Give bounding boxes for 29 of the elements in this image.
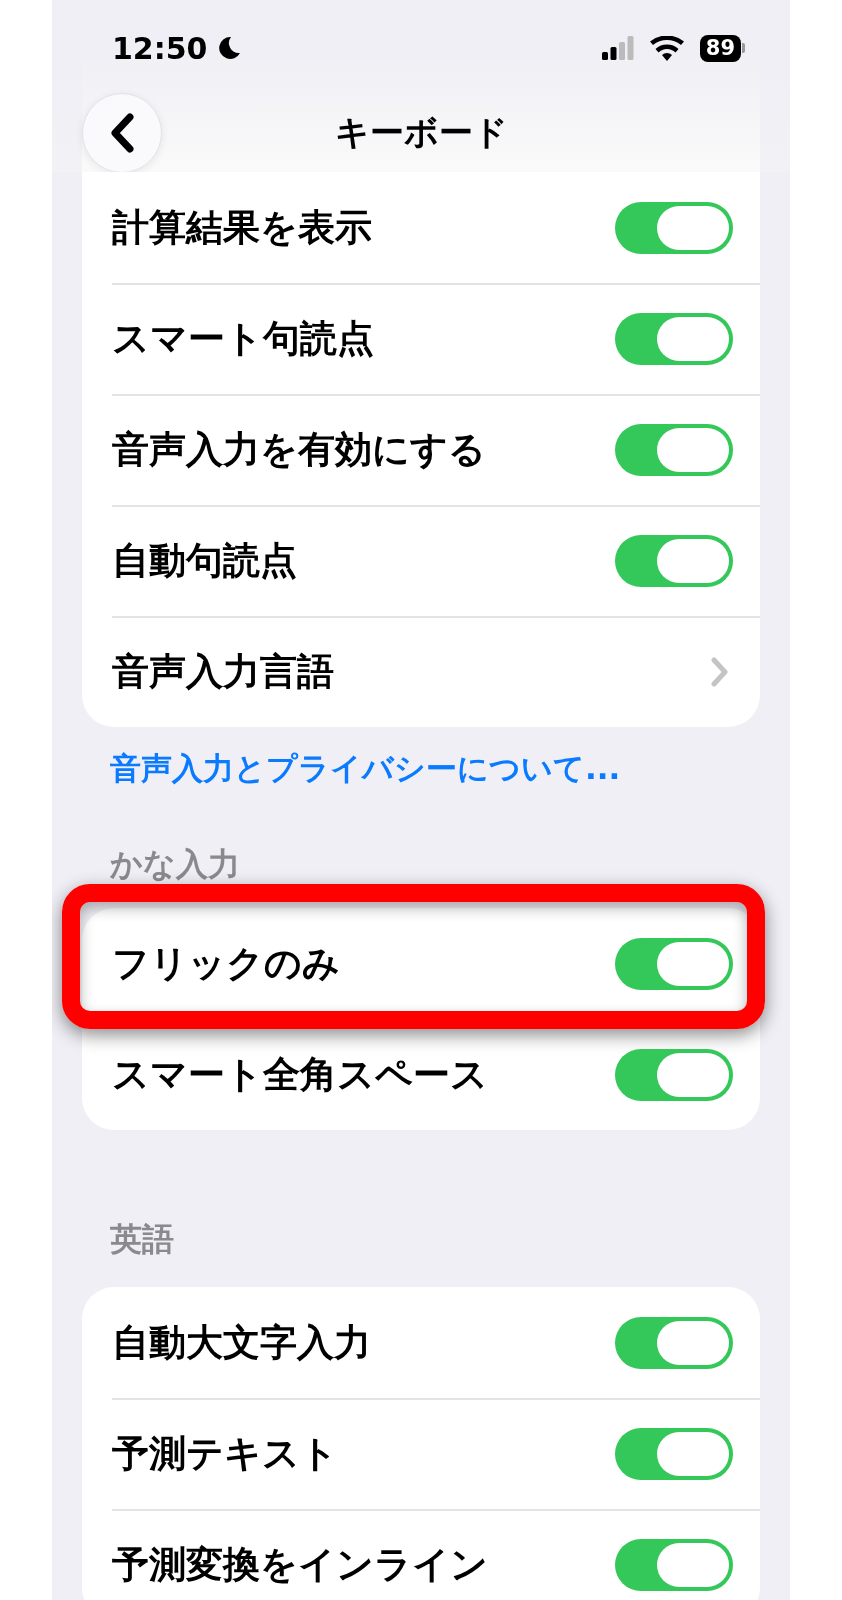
row-label: フリックのみ	[112, 940, 340, 987]
toggle-switch[interactable]	[615, 201, 733, 254]
chevron-icon[interactable]	[711, 656, 729, 687]
toggle-switch[interactable]	[615, 423, 733, 476]
back-icon	[109, 113, 135, 153]
row-label: 予測テキスト	[112, 1430, 338, 1477]
status-time: 12:50	[112, 29, 208, 68]
toggle-switch[interactable]	[615, 534, 733, 587]
row-label: 予測変換をインライン	[112, 1541, 488, 1588]
toggle-switch[interactable]	[615, 1538, 733, 1591]
nav-title: キーボード	[333, 111, 509, 154]
privacy-link[interactable]: 音声入力とプライバシーについて...	[110, 750, 621, 786]
section-header: かな入力	[110, 844, 240, 885]
toggle-switch[interactable]	[615, 312, 733, 365]
row-label: 音声入力を有効にする	[112, 426, 486, 473]
signal-icon	[601, 36, 634, 60]
section-header: 英語	[110, 1219, 174, 1260]
toggle-switch[interactable]	[615, 1048, 733, 1101]
toggle-switch[interactable]	[615, 1427, 733, 1480]
toggle-switch[interactable]	[615, 1316, 733, 1369]
toggle-switch[interactable]	[615, 937, 733, 990]
wifi-icon	[649, 35, 684, 61]
row-label: スマート全角スペース	[112, 1051, 488, 1098]
row-label: スマート句読点	[112, 315, 374, 362]
row-label: 自動句読点	[112, 537, 297, 584]
row-label: 音声入力言語	[112, 648, 334, 695]
row-label: 計算結果を表示	[112, 204, 372, 251]
row-label: 自動大文字入力	[112, 1319, 371, 1366]
battery-level: 89	[699, 34, 741, 62]
